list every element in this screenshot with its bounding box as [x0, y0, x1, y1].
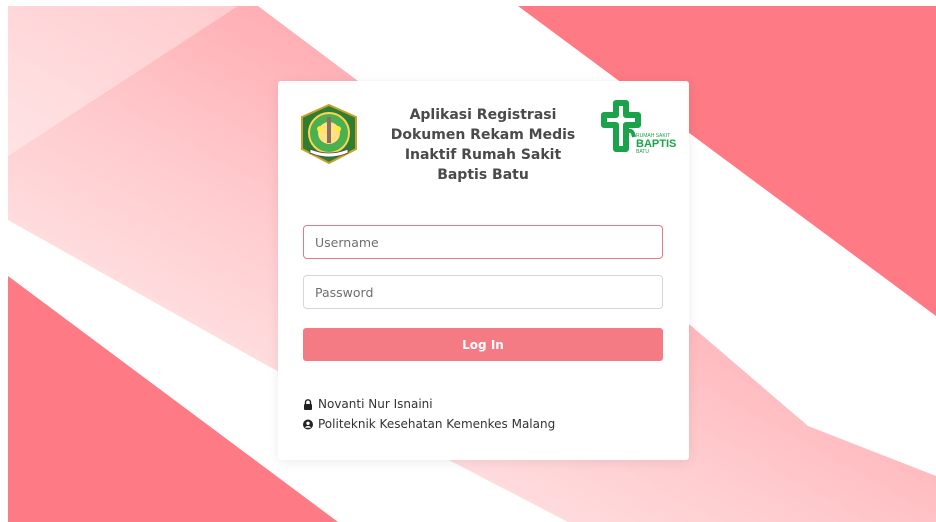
user-circle-icon	[303, 419, 313, 429]
credit-author: Novanti Nur Isnaini	[303, 394, 663, 414]
login-button[interactable]: Log In	[303, 328, 663, 361]
government-seal-icon	[301, 103, 357, 165]
app-title-line-3: Inaktif Rumah Sakit	[404, 147, 562, 163]
password-input[interactable]	[303, 275, 663, 309]
lock-icon	[304, 398, 312, 410]
logo-text-bottom: BATU	[636, 149, 649, 155]
login-page: Aplikasi Registrasi Dokumen Rekam Medis …	[8, 6, 936, 522]
credit-institution: Politeknik Kesehatan Kemenkes Malang	[303, 414, 663, 434]
credit-author-text: Novanti Nur Isnaini	[318, 397, 433, 411]
card-header: Aplikasi Registrasi Dokumen Rekam Medis …	[278, 81, 689, 201]
app-title: Aplikasi Registrasi Dokumen Rekam Medis …	[388, 105, 578, 185]
credit-institution-text: Politeknik Kesehatan Kemenkes Malang	[318, 417, 556, 431]
app-title-line-4: Baptis Batu	[437, 167, 529, 183]
rumah-sakit-baptis-batu-logo: RUMAH SAKIT BAPTIS BATU	[601, 100, 676, 155]
login-card: Aplikasi Registrasi Dokumen Rekam Medis …	[278, 81, 689, 460]
credits: Novanti Nur Isnaini Politeknik Kesehatan…	[303, 394, 663, 434]
app-title-line-1: Aplikasi Registrasi	[409, 107, 557, 123]
app-title-line-2: Dokumen Rekam Medis	[390, 127, 576, 143]
username-input[interactable]	[303, 225, 663, 259]
